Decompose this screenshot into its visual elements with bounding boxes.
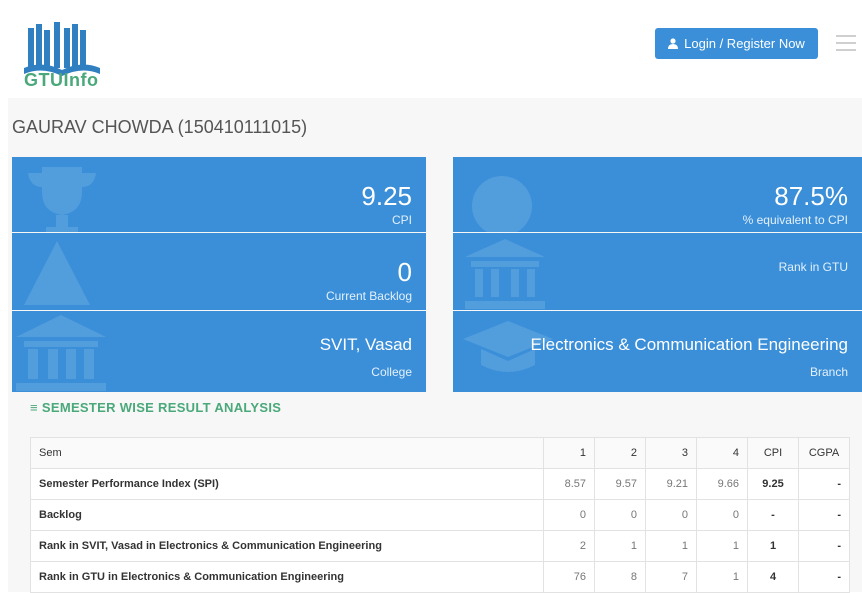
- login-register-button[interactable]: Login / Register Now: [655, 28, 818, 59]
- header-cell: 1: [543, 437, 595, 469]
- login-button-label: Login / Register Now: [684, 36, 805, 51]
- table-row: Backlog 0 0 0 0 - -: [30, 499, 850, 531]
- row-label: Rank in GTU in Electronics & Communicati…: [30, 561, 544, 593]
- results-title-text: SEMESTER WISE RESULT ANALYSIS: [41, 400, 282, 415]
- table-cell: -: [798, 530, 850, 562]
- table-cell: 1: [594, 530, 646, 562]
- site-header: GTUInfo Login / Register Now: [0, 0, 862, 98]
- percent-label: % equivalent to CPI: [742, 213, 848, 227]
- table-cell: -: [798, 561, 850, 593]
- header-cell: 2: [594, 437, 646, 469]
- row-label: Backlog: [30, 499, 544, 531]
- student-name: GAURAV CHOWDA (150410111015): [12, 117, 308, 137]
- table-cell: -: [747, 499, 799, 531]
- table-cell: 1: [645, 530, 697, 562]
- results-table: Sem 1 2 3 4 CPI CGPA Semester Performanc…: [30, 437, 850, 593]
- user-icon: [668, 38, 679, 49]
- backlog-label: Current Backlog: [325, 289, 412, 303]
- percent-value: 87.5%: [774, 181, 848, 211]
- table-cell: 8: [594, 561, 646, 593]
- table-cell: 1: [747, 530, 799, 562]
- header-cell: 3: [645, 437, 697, 469]
- cpi-value: 9.25: [361, 181, 412, 211]
- row-label: Semester Performance Index (SPI): [30, 468, 544, 500]
- table-cell: -: [798, 468, 850, 500]
- table-cell: 9.21: [645, 468, 697, 500]
- header-cell: Sem: [30, 437, 544, 469]
- results-section-title: ≡ SEMESTER WISE RESULT ANALYSIS: [30, 400, 281, 415]
- logo-text: GTUInfo: [24, 70, 99, 90]
- table-cell: 1: [696, 561, 748, 593]
- table-cell: -: [798, 499, 850, 531]
- header-cell: CGPA: [798, 437, 850, 469]
- table-cell: 0: [645, 499, 697, 531]
- table-cell: 8.57: [543, 468, 595, 500]
- row-label: Rank in SVIT, Vasad in Electronics & Com…: [30, 530, 544, 562]
- branch-tile: Electronics & Communication Engineering …: [453, 311, 862, 392]
- table-cell: 9.66: [696, 468, 748, 500]
- warning-icon: [24, 241, 90, 305]
- college-tile: SVIT, Vasad College: [12, 311, 426, 392]
- list-icon: ≡: [30, 400, 38, 415]
- table-cell: 76: [543, 561, 595, 593]
- table-cell: 0: [543, 499, 595, 531]
- table-row: Rank in GTU in Electronics & Communicati…: [30, 561, 850, 593]
- table-cell: 9.25: [747, 468, 799, 500]
- table-cell: 2: [543, 530, 595, 562]
- table-header-row: Sem 1 2 3 4 CPI CGPA: [30, 437, 850, 469]
- certificate-icon: [472, 176, 532, 232]
- cpi-tile: 9.25 CPI: [12, 157, 426, 232]
- branch-value: Electronics & Communication Engineering: [530, 335, 849, 354]
- table-row: Semester Performance Index (SPI) 8.57 9.…: [30, 468, 850, 500]
- branch-label: Branch: [809, 365, 848, 379]
- college-building-icon: [16, 315, 106, 391]
- trophy-icon: [28, 167, 96, 232]
- table-cell: 7: [645, 561, 697, 593]
- rank-label: Rank in GTU: [778, 260, 848, 274]
- backlog-value: 0: [397, 257, 412, 287]
- table-cell: 0: [696, 499, 748, 531]
- table-cell: 1: [696, 530, 748, 562]
- header-cell: CPI: [747, 437, 799, 469]
- percent-tile: 87.5% % equivalent to CPI: [453, 157, 862, 232]
- table-cell: 4: [747, 561, 799, 593]
- backlog-tile: 0 Current Backlog: [12, 233, 426, 310]
- rank-tile: Rank in GTU: [453, 233, 862, 310]
- college-label: College: [371, 365, 412, 379]
- cpi-label: CPI: [391, 213, 412, 227]
- institution-icon: [465, 239, 545, 309]
- header-cell: 4: [696, 437, 748, 469]
- college-value: SVIT, Vasad: [319, 335, 412, 354]
- table-cell: 9.57: [594, 468, 646, 500]
- hamburger-menu-icon[interactable]: [836, 35, 856, 51]
- table-cell: 0: [594, 499, 646, 531]
- table-row: Rank in SVIT, Vasad in Electronics & Com…: [30, 530, 850, 562]
